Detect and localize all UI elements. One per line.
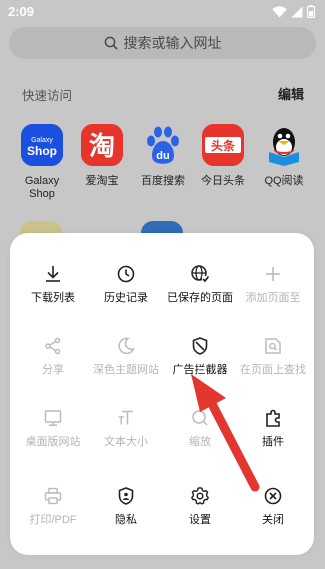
tile-label: QQ阅读 [264, 175, 304, 187]
svg-text:Shop: Shop [27, 144, 57, 158]
svg-text:Galaxy: Galaxy [31, 137, 53, 144]
tile-label: Galaxy Shop [24, 175, 60, 200]
tile-qq-reader[interactable]: QQ阅读 [252, 124, 316, 188]
status-icons [272, 5, 315, 18]
menu-zoom[interactable]: 缩放 [163, 407, 237, 449]
menu-label: 在页面上查找 [240, 364, 306, 376]
text-size-icon [118, 410, 133, 425]
ad-blocker-shield-icon [192, 337, 208, 355]
menu-label: 文本大小 [104, 436, 148, 448]
more-menu-sheet: 下载列表 历史记录 已保存的页面 添加页面至 分享 深色主题网站 广告拦截器 在… [10, 233, 314, 555]
tile-label: 百度搜索 [141, 175, 185, 187]
status-time: 2:09 [8, 4, 35, 19]
menu-download-list[interactable]: 下载列表 [16, 263, 90, 305]
tile-label: 爱淘宝 [85, 175, 119, 187]
saved-pages-globe-icon [191, 265, 210, 283]
menu-label: 关闭 [262, 514, 284, 526]
menu-settings[interactable]: 设置 [163, 485, 237, 527]
svg-text:淘: 淘 [89, 132, 115, 162]
zoom-icon [192, 410, 208, 426]
qq-reader-icon [263, 124, 305, 166]
search-placeholder: 搜索或输入网址 [123, 35, 222, 51]
svg-text:头条: 头条 [211, 138, 236, 153]
menu-label: 打印/PDF [29, 514, 77, 526]
quick-access-edit-button[interactable]: 编辑 [278, 84, 304, 103]
search-icon [104, 36, 118, 50]
menu-add-page-to[interactable]: 添加页面至 [236, 263, 310, 305]
toutiao-icon: 头条 [202, 124, 244, 166]
privacy-shield-icon [118, 487, 134, 505]
menu-label: 历史记录 [104, 292, 148, 304]
menu-label: 深色主题网站 [93, 364, 159, 376]
desktop-icon [44, 410, 62, 426]
search-bar[interactable]: 搜索或输入网址 [9, 27, 316, 59]
svg-text:du: du [156, 150, 169, 162]
menu-label: 下载列表 [31, 292, 75, 304]
menu-text-size[interactable]: 文本大小 [89, 407, 163, 449]
menu-label: 广告拦截器 [172, 364, 228, 376]
tile-galaxy-shop[interactable]: Galaxy Shop Galaxy Shop [10, 124, 74, 201]
menu-find-in-page[interactable]: 在页面上查找 [236, 335, 310, 377]
gear-icon [191, 487, 209, 505]
menu-privacy[interactable]: 隐私 [89, 485, 163, 527]
menu-label: 添加页面至 [245, 292, 301, 304]
menu-plugins[interactable]: 插件 [236, 407, 310, 449]
tile-baidu[interactable]: du 百度搜索 [131, 124, 195, 188]
menu-label: 分享 [42, 364, 64, 376]
menu-print-pdf[interactable]: 打印/PDF [16, 485, 90, 527]
print-icon [44, 487, 62, 505]
menu-label: 缩放 [189, 436, 211, 448]
plugin-icon [266, 409, 280, 427]
tile-taobao[interactable]: 淘 爱淘宝 [70, 124, 134, 188]
menu-label: 已保存的页面 [167, 292, 233, 304]
wifi-icon [272, 5, 287, 17]
menu-label: 桌面版网站 [25, 436, 81, 448]
find-in-page-icon [265, 338, 281, 354]
signal-icon [291, 6, 303, 17]
menu-label: 插件 [262, 436, 284, 448]
share-icon [45, 337, 61, 355]
plus-icon [266, 267, 280, 281]
close-circle-icon [264, 487, 282, 505]
menu-share[interactable]: 分享 [16, 335, 90, 377]
menu-label: 隐私 [115, 514, 137, 526]
menu-close[interactable]: 关闭 [236, 485, 310, 527]
quick-access-title: 快速访问 [22, 89, 73, 103]
menu-desktop-site[interactable]: 桌面版网站 [16, 407, 90, 449]
history-clock-icon [117, 265, 135, 283]
menu-ad-blocker[interactable]: 广告拦截器 [163, 335, 237, 377]
menu-saved-pages[interactable]: 已保存的页面 [163, 263, 237, 305]
taobao-icon: 淘 [81, 124, 123, 166]
galaxy-shop-icon: Galaxy Shop [21, 124, 63, 166]
download-icon [46, 266, 60, 282]
baidu-icon: du [142, 124, 184, 166]
moon-icon [118, 337, 135, 355]
tile-label: 今日头条 [201, 175, 245, 187]
status-bar: 2:09 [0, 0, 325, 24]
menu-dark-theme-sites[interactable]: 深色主题网站 [89, 335, 163, 377]
tile-toutiao[interactable]: 头条 今日头条 [191, 124, 255, 188]
menu-label: 设置 [189, 514, 211, 526]
menu-history[interactable]: 历史记录 [89, 263, 163, 305]
battery-icon [307, 5, 315, 18]
